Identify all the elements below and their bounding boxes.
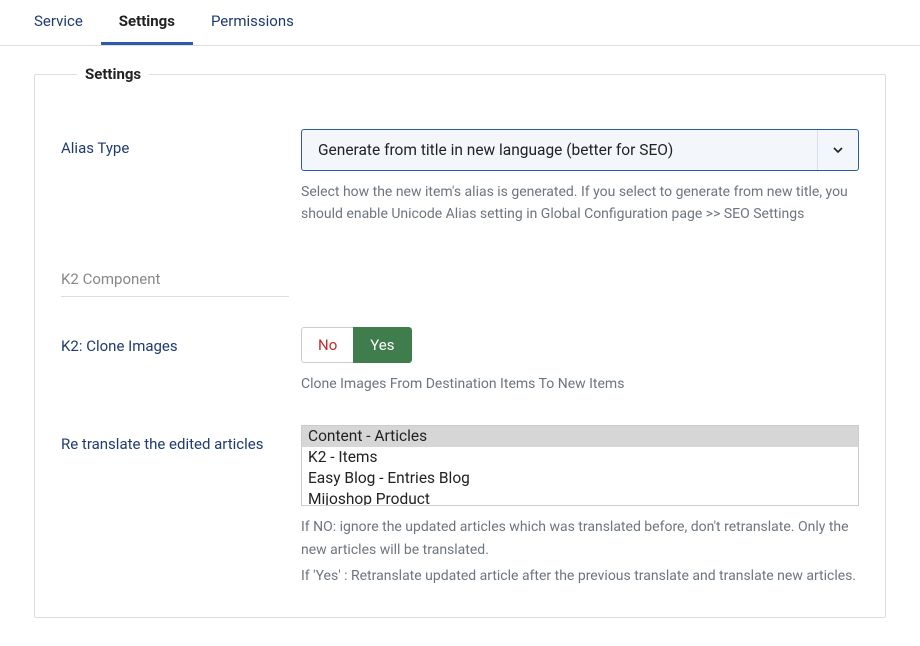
list-item[interactable]: K2 - Items [302, 447, 858, 468]
alias-type-control: Generate from title in new language (bet… [301, 129, 859, 226]
tab-service[interactable]: Service [16, 0, 101, 45]
alias-type-value: Generate from title in new language (bet… [318, 141, 817, 159]
alias-type-label: Alias Type [61, 129, 301, 157]
settings-fieldset: Settings Alias Type Generate from title … [34, 74, 886, 618]
clone-images-toggle: No Yes [301, 327, 412, 363]
tab-bar: Service Settings Permissions [0, 0, 920, 46]
retranslate-row: Re translate the edited articles Content… [61, 425, 859, 587]
content-area: Settings Alias Type Generate from title … [0, 46, 920, 646]
chevron-down-icon [817, 130, 857, 170]
retranslate-multiselect[interactable]: Content - Articles K2 - Items Easy Blog … [301, 425, 859, 506]
list-item[interactable]: Content - Articles [302, 426, 858, 447]
retranslate-help-1: If NO: ignore the updated articles which… [301, 516, 859, 561]
list-item[interactable]: Easy Blog - Entries Blog [302, 468, 858, 489]
tab-permissions[interactable]: Permissions [193, 0, 312, 45]
clone-images-help: Clone Images From Destination Items To N… [301, 373, 859, 395]
clone-images-control: No Yes Clone Images From Destination Ite… [301, 327, 859, 395]
alias-type-row: Alias Type Generate from title in new la… [61, 129, 859, 226]
fieldset-legend: Settings [77, 65, 149, 83]
clone-images-label: K2: Clone Images [61, 327, 301, 355]
alias-type-help: Select how the new item's alias is gener… [301, 181, 859, 226]
tab-settings[interactable]: Settings [101, 0, 193, 45]
retranslate-control: Content - Articles K2 - Items Easy Blog … [301, 425, 859, 587]
retranslate-label: Re translate the edited articles [61, 425, 301, 453]
retranslate-help-2: If 'Yes' : Retranslate updated article a… [301, 565, 859, 587]
clone-images-yes-button[interactable]: Yes [353, 327, 411, 363]
k2-section-header: K2 Component [61, 270, 289, 297]
alias-type-select[interactable]: Generate from title in new language (bet… [301, 129, 859, 171]
clone-images-row: K2: Clone Images No Yes Clone Images Fro… [61, 327, 859, 395]
clone-images-no-button[interactable]: No [301, 327, 353, 363]
list-item[interactable]: Mijoshop Product [302, 489, 858, 506]
